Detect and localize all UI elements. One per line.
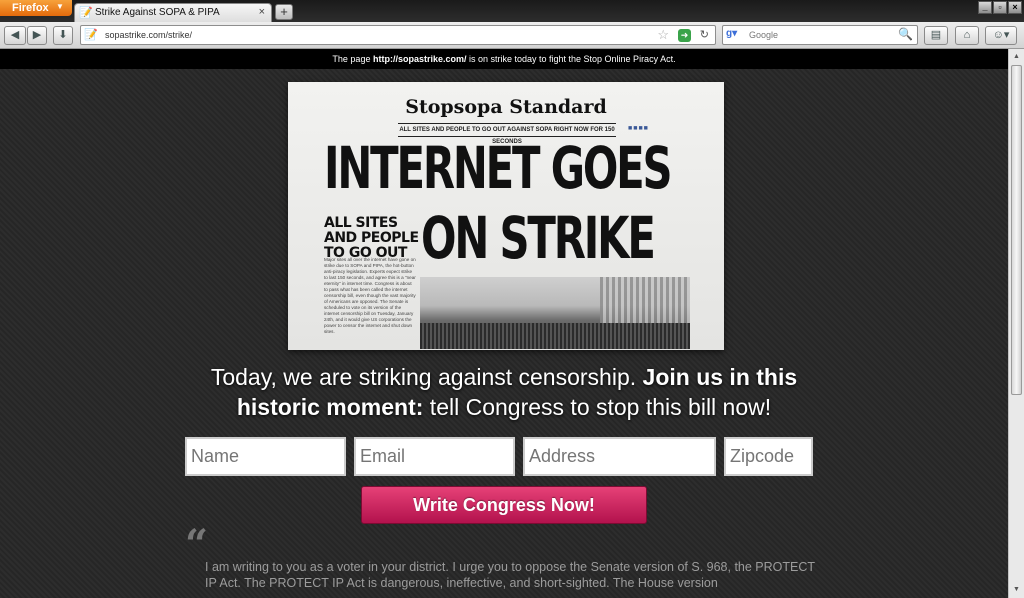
tab-strike-against-sopa[interactable]: 📝 Strike Against SOPA & PIPA × (74, 3, 272, 22)
firefox-menu-button[interactable]: Firefox ▼ (0, 0, 72, 16)
vertical-scrollbar[interactable]: ▲ ▼ (1008, 49, 1024, 598)
info-suffix: is on strike today to fight the Stop Onl… (466, 54, 676, 64)
address-bar[interactable]: 📝 sopastrike.com/strike/ ☆ ➜ ↻ (80, 25, 716, 45)
page-content: Stopsopa Standard ALL SITES AND PEOPLE T… (0, 69, 1008, 598)
forward-button[interactable]: ▶ (27, 26, 47, 45)
reload-icon[interactable]: ↻ (700, 28, 709, 41)
info-link[interactable]: http://sopastrike.com/ (373, 54, 467, 64)
addon-button[interactable]: ☺▾ (985, 26, 1017, 45)
addon-face-icon: ☺▾ (992, 29, 1010, 41)
back-arrow-icon: ◀ (10, 29, 20, 41)
tab-title: Strike Against SOPA & PIPA (95, 7, 220, 18)
download-icon: ⬇ (58, 29, 68, 41)
newspaper-subhead: ALL SITES AND PEOPLE TO GO OUT (324, 215, 419, 261)
search-placeholder: Google (749, 30, 779, 40)
headline-bold1: Join us in this (642, 364, 798, 390)
search-icon[interactable]: 🔍 (898, 27, 913, 41)
close-window-button[interactable]: × (1008, 1, 1022, 14)
strike-info-bar: The page http://sopastrike.com/ is on st… (0, 49, 1008, 69)
newspaper-photo (420, 277, 690, 349)
downloads-button[interactable]: ⬇ (53, 26, 73, 45)
address-input[interactable] (523, 437, 716, 476)
title-bar: Firefox ▼ 📝 Strike Against SOPA & PIPA ×… (0, 0, 1024, 22)
new-tab-button[interactable]: + (275, 4, 293, 20)
chevron-down-icon: ▼ (56, 2, 64, 11)
scroll-down-icon[interactable]: ▼ (1011, 584, 1022, 596)
back-button[interactable]: ◀ (4, 26, 26, 45)
photo-crowd (420, 323, 690, 349)
newspaper-image: Stopsopa Standard ALL SITES AND PEOPLE T… (288, 82, 724, 350)
page-favicon-icon: 📝 (79, 7, 93, 19)
minimize-button[interactable]: _ (978, 1, 992, 14)
zipcode-input[interactable] (724, 437, 813, 476)
social-icons: ■■■■ (628, 125, 649, 132)
navigation-toolbar: ◀ ▶ ⬇ 📝 sopastrike.com/strike/ ☆ ➜ ↻ g▾ … (0, 22, 1024, 49)
newspaper-body: Major sites all over the internet have g… (324, 257, 416, 334)
strike-headline: Today, we are striking against censorshi… (0, 362, 1008, 422)
name-input[interactable] (185, 437, 346, 476)
newspaper-headline-1: INTERNET GOES (324, 134, 673, 202)
letter-text: I am writing to you as a voter in your d… (205, 560, 815, 590)
home-icon: ⌂ (963, 29, 971, 41)
bookmarks-icon: ▤ (930, 29, 942, 41)
url-text: sopastrike.com/strike/ (105, 30, 193, 40)
headline-bold2: historic moment: (236, 394, 424, 420)
close-tab-icon[interactable]: × (259, 6, 265, 18)
write-congress-button[interactable]: Write Congress Now! (361, 486, 647, 524)
headline-part1: Today, we are striking against censorshi… (210, 364, 643, 390)
search-engine-icon[interactable]: g▾ (726, 28, 737, 39)
scrollbar-thumb[interactable] (1011, 65, 1022, 395)
site-identity-icon: 📝 (84, 29, 98, 41)
bookmarks-button[interactable]: ▤ (924, 26, 948, 45)
email-input[interactable] (354, 437, 515, 476)
search-bar[interactable]: g▾ Google 🔍 (722, 25, 918, 45)
forward-arrow-icon: ▶ (32, 29, 42, 41)
newspaper-masthead: Stopsopa Standard (405, 96, 607, 118)
maximize-button[interactable]: ▫ (993, 1, 1007, 14)
headline-part2: tell Congress to stop this bill now! (423, 394, 772, 420)
info-prefix: The page (332, 54, 373, 64)
newspaper-headline-2: ON STRIKE (421, 204, 656, 272)
scroll-up-icon[interactable]: ▲ (1011, 51, 1022, 63)
go-arrow-icon[interactable]: ➜ (678, 29, 691, 42)
firefox-menu-label: Firefox (12, 2, 49, 14)
bookmark-star-icon[interactable]: ☆ (657, 27, 669, 43)
home-button[interactable]: ⌂ (955, 26, 979, 45)
